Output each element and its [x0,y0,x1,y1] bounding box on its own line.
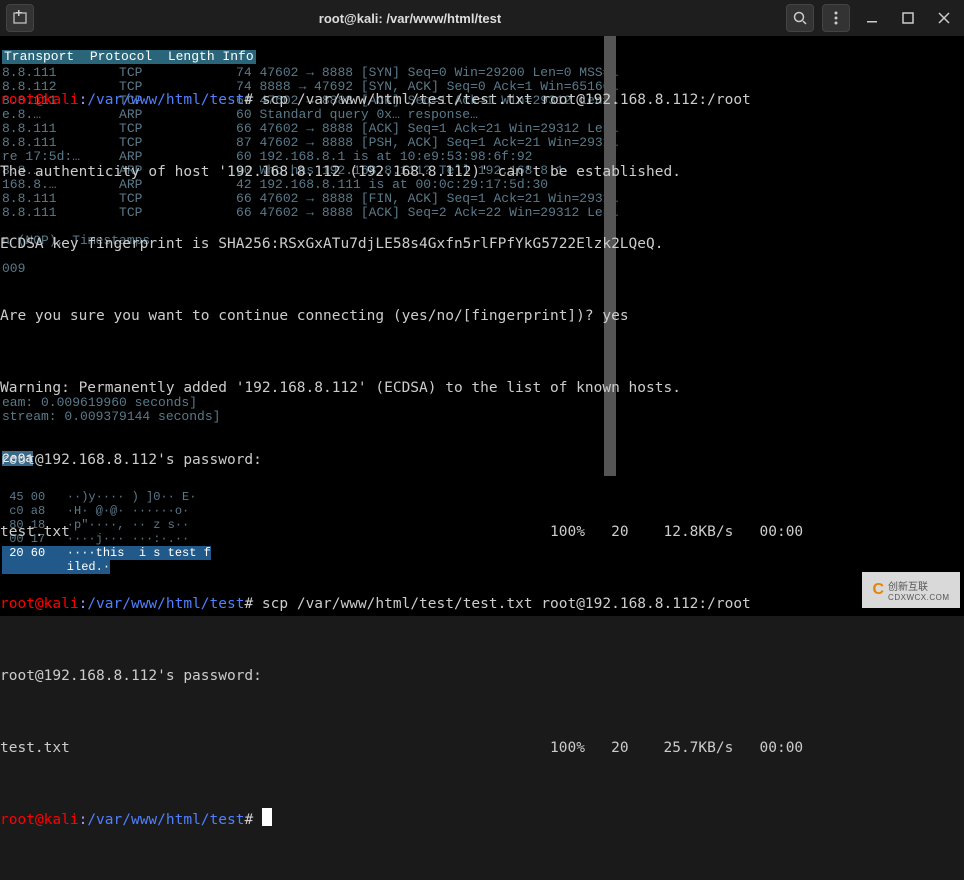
watermark-sub: CDXWCX.COM [888,593,949,602]
prompt-colon: : [79,596,88,612]
output-line: Warning: Permanently added '192.168.8.11… [0,376,964,400]
minimize-icon[interactable] [858,4,886,32]
watermark-logo-icon: C [872,581,884,599]
prompt-pound: # [244,596,261,612]
command-text: scp /var/www/html/test/test.txt root@192… [262,92,751,108]
maximize-icon[interactable] [894,4,922,32]
prompt-userhost: root@kali [0,812,79,828]
output-line: The authenticity of host '192.168.8.112 … [0,160,964,184]
terminal[interactable]: root@kali:/var/www/html/test# scp /var/w… [0,36,964,880]
output-line: ECDSA key fingerprint is SHA256:RSxGxATu… [0,232,964,256]
prompt-userhost: root@kali [0,596,79,612]
cursor [262,808,272,826]
prompt-path: /var/www/html/test [87,92,244,108]
prompt-path: /var/www/html/test [87,596,244,612]
watermark: C 创新互联 CDXWCX.COM [862,572,960,608]
close-icon[interactable] [930,4,958,32]
user-input: yes [602,308,628,324]
output-line: root@192.168.8.112's password: [0,448,964,472]
prompt-pound: # [244,92,261,108]
prompt-path: /var/www/html/test [87,812,244,828]
transfer-filename: test.txt [0,736,550,760]
window-title: root@kali: /var/www/html/test [34,11,786,26]
command-text: scp /var/www/html/test/test.txt root@192… [262,596,751,612]
output-line: Are you sure you want to continue connec… [0,308,602,324]
output-line: root@192.168.8.112's password: [0,664,964,688]
prompt-colon: : [79,92,88,108]
search-icon[interactable] [786,4,814,32]
transfer-filename: test.txt [0,520,550,544]
prompt-pound: # [244,812,261,828]
watermark-brand: 创新互联 [888,578,949,593]
menu-icon[interactable] [822,4,850,32]
transfer-stats: 100% 20 12.8KB/s 00:00 [550,520,964,544]
new-tab-icon[interactable] [6,4,34,32]
prompt-userhost: root@kali [0,92,79,108]
titlebar: root@kali: /var/www/html/test [0,0,964,36]
transfer-stats: 100% 20 25.7KB/s 00:00 [550,736,964,760]
prompt-colon: : [79,812,88,828]
